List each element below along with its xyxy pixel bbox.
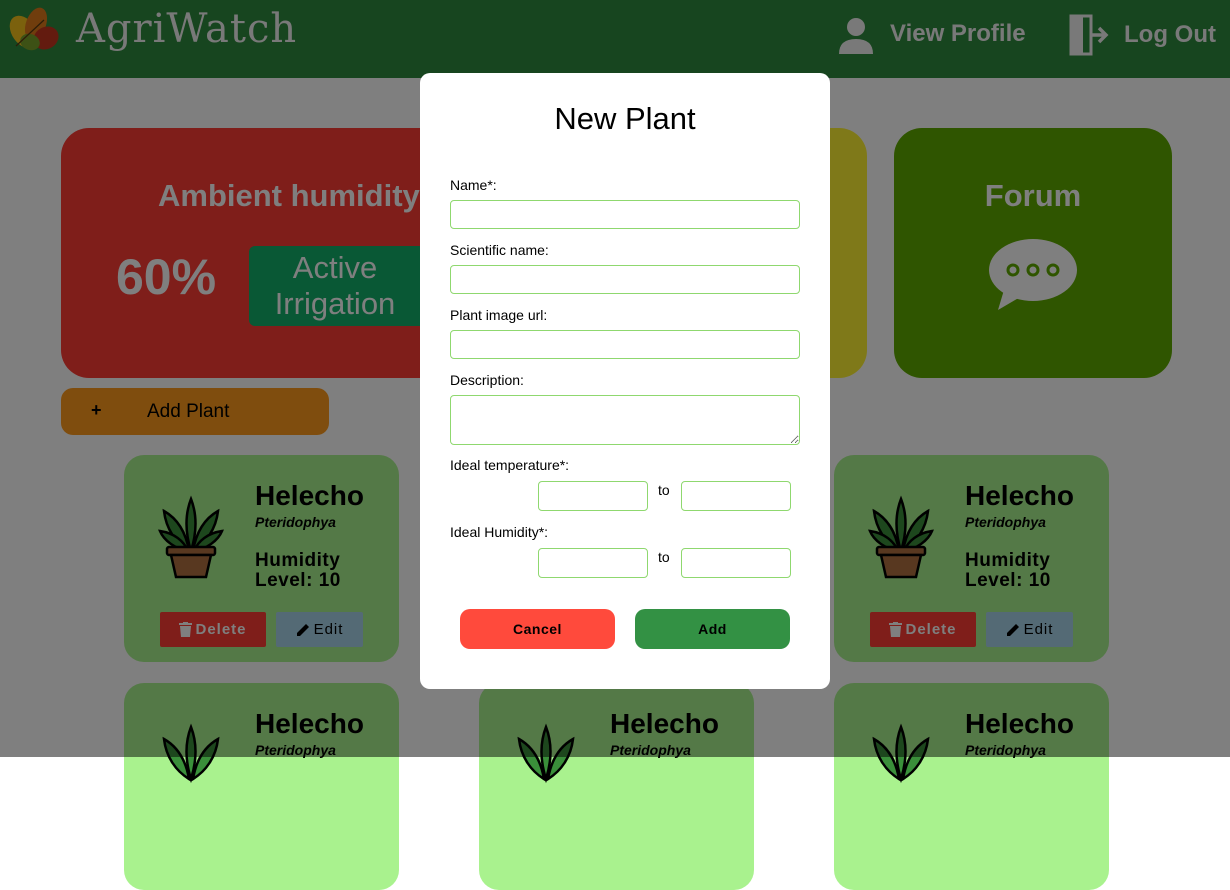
scientific-name-input[interactable] — [450, 265, 800, 294]
temperature-to-label: to — [658, 482, 670, 498]
ideal-humidity-label: Ideal Humidity*: — [450, 524, 549, 540]
add-button[interactable]: Add — [635, 609, 790, 649]
ideal-temperature-label: Ideal temperature*: — [450, 457, 570, 473]
description-label: Description: — [450, 372, 524, 388]
humidity-min-input[interactable] — [538, 548, 648, 578]
humidity-to-label: to — [658, 549, 670, 565]
new-plant-dialog: New Plant Name*: Scientific name: Plant … — [420, 73, 830, 689]
image-url-label: Plant image url: — [450, 307, 548, 323]
dialog-title: New Plant — [554, 101, 696, 136]
temperature-max-input[interactable] — [681, 481, 791, 511]
cancel-button[interactable]: Cancel — [460, 609, 615, 649]
name-label: Name*: — [450, 177, 497, 193]
temperature-min-input[interactable] — [538, 481, 648, 511]
image-url-input[interactable] — [450, 330, 800, 359]
description-textarea[interactable] — [450, 395, 800, 445]
humidity-max-input[interactable] — [681, 548, 791, 578]
name-input[interactable] — [450, 200, 800, 229]
scientific-name-label: Scientific name: — [450, 242, 549, 258]
